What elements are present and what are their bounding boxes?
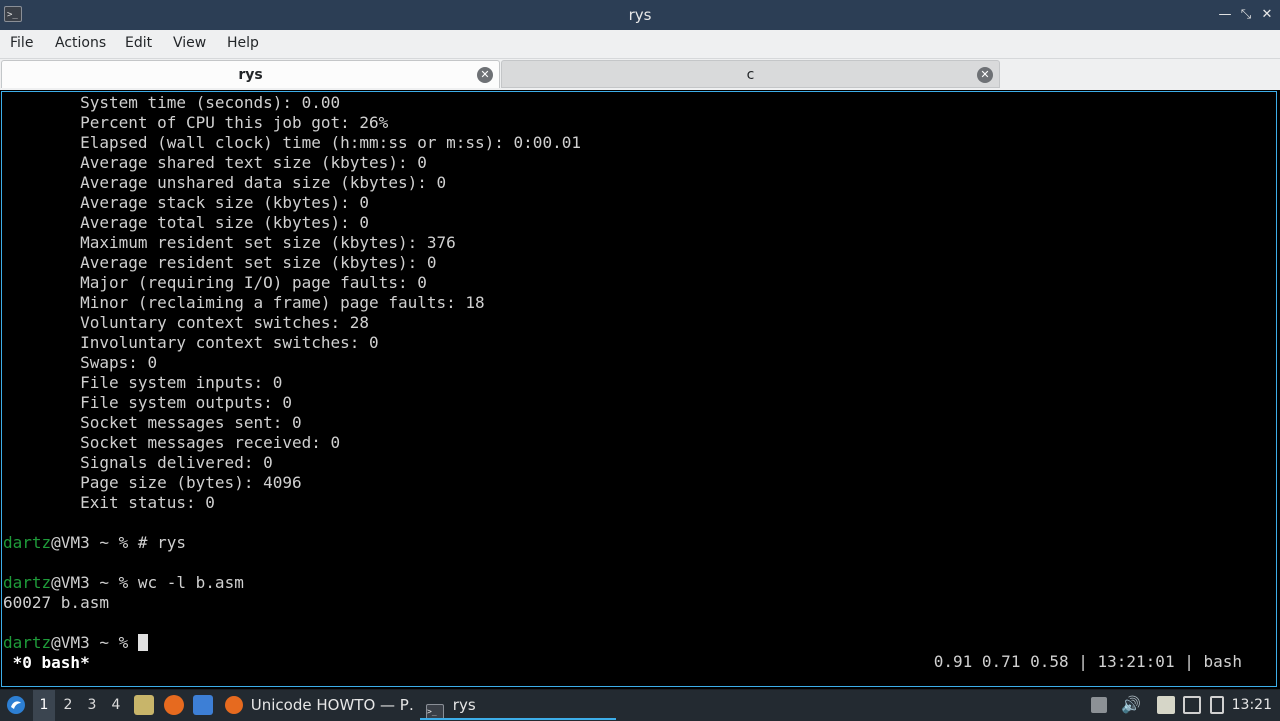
tab-close-icon[interactable]: ✕ bbox=[477, 67, 493, 83]
output-line: Signals delivered: 0 bbox=[3, 453, 273, 472]
tray-up-arrow-icon[interactable] bbox=[1091, 697, 1107, 713]
prompt-line: dartz@VM3 ~ % wc -l b.asm bbox=[3, 573, 244, 593]
show-desktop-icon[interactable] bbox=[193, 695, 213, 715]
task-firefox[interactable]: Unicode HOWTO — P… bbox=[222, 690, 414, 720]
prompt-line: dartz@VM3 ~ % # rys bbox=[3, 533, 186, 553]
prompt-command: @VM3 ~ % wc -l b.asm bbox=[51, 573, 244, 592]
firefox-icon bbox=[225, 696, 243, 714]
output-line: Socket messages received: 0 bbox=[3, 433, 341, 452]
text-cursor bbox=[137, 634, 148, 651]
output-line: Involuntary context switches: 0 bbox=[3, 333, 379, 352]
output-line: Exit status: 0 bbox=[3, 493, 215, 512]
clipboard-icon[interactable] bbox=[1157, 696, 1175, 714]
tmux-status-right: 0.91 0.71 0.58 | 13:21:01 | bash bbox=[933, 652, 1242, 671]
menu-help[interactable]: Help bbox=[227, 30, 259, 58]
volume-icon[interactable]: 🔊 bbox=[1121, 696, 1141, 714]
output-line: Major (requiring I/O) page faults: 0 bbox=[3, 273, 427, 292]
prompt-user: dartz bbox=[3, 533, 52, 552]
terminal-view[interactable]: System time (seconds): 0.00 Percent of C… bbox=[1, 91, 1277, 687]
output-line: Average shared text size (kbytes): 0 bbox=[3, 153, 427, 172]
battery-icon[interactable] bbox=[1210, 696, 1224, 714]
output-line: System time (seconds): 0.00 bbox=[3, 93, 341, 112]
output-line: Percent of CPU this job got: 26% bbox=[3, 113, 389, 132]
tmux-status-left: *0 bash* bbox=[3, 653, 90, 672]
clock[interactable]: 13:21 bbox=[1232, 690, 1272, 721]
maximize-icon[interactable]: ⤡ bbox=[1237, 6, 1255, 24]
menu-view[interactable]: View bbox=[173, 30, 206, 58]
window-title: rys bbox=[628, 6, 652, 24]
desktop-4[interactable]: 4 bbox=[105, 690, 127, 721]
task-label: rys bbox=[452, 696, 476, 714]
task-label: Unicode HOWTO — P… bbox=[250, 696, 414, 714]
output-line: File system outputs: 0 bbox=[3, 393, 292, 412]
menu-actions[interactable]: Actions bbox=[55, 30, 106, 58]
start-menu-icon[interactable] bbox=[4, 690, 28, 721]
prompt-command: @VM3 ~ % bbox=[51, 633, 138, 652]
prompt-line[interactable]: dartz@VM3 ~ % bbox=[3, 633, 148, 653]
output-line: Minor (reclaiming a frame) page faults: … bbox=[3, 293, 485, 312]
screen-icon[interactable] bbox=[1183, 696, 1201, 714]
output-line: Average stack size (kbytes): 0 bbox=[3, 193, 370, 212]
output-line: Average total size (kbytes): 0 bbox=[3, 213, 370, 232]
minimize-icon[interactable]: — bbox=[1216, 6, 1234, 24]
output-line: Socket messages sent: 0 bbox=[3, 413, 302, 432]
tab-label: rys bbox=[238, 67, 263, 83]
output-line: Swaps: 0 bbox=[3, 353, 158, 372]
tab-close-icon[interactable]: ✕ bbox=[977, 67, 993, 83]
desktop-3[interactable]: 3 bbox=[81, 690, 103, 721]
output-line: Voluntary context switches: 28 bbox=[3, 313, 370, 332]
tab-bar: rys ✕ c ✕ bbox=[0, 59, 1280, 90]
prompt-command: @VM3 ~ % # rys bbox=[51, 533, 187, 552]
tab-label: c bbox=[746, 67, 755, 83]
file-manager-icon[interactable] bbox=[134, 695, 154, 715]
output-line: Maximum resident set size (kbytes): 376 bbox=[3, 233, 456, 252]
menu-bar: File Actions Edit View Help bbox=[0, 30, 1280, 59]
menu-edit[interactable]: Edit bbox=[125, 30, 152, 58]
prompt-user: dartz bbox=[3, 573, 52, 592]
output-line: Elapsed (wall clock) time (h:mm:ss or m:… bbox=[3, 133, 581, 152]
firefox-icon[interactable] bbox=[164, 695, 184, 715]
output-line: 60027 b.asm bbox=[3, 593, 109, 612]
output-line: Average unshared data size (kbytes): 0 bbox=[3, 173, 447, 192]
taskbar: 1 2 3 4 Unicode HOWTO — P… >_ rys 🔊 13:2… bbox=[0, 689, 1280, 721]
desktop-2[interactable]: 2 bbox=[57, 690, 79, 721]
desktop-1[interactable]: 1 bbox=[33, 690, 55, 721]
window-titlebar: >_ rys — ⤡ ✕ bbox=[0, 0, 1280, 30]
tab-rys[interactable]: rys ✕ bbox=[1, 60, 500, 88]
tab-c[interactable]: c ✕ bbox=[501, 60, 1000, 88]
output-line: Page size (bytes): 4096 bbox=[3, 473, 302, 492]
close-icon[interactable]: ✕ bbox=[1258, 6, 1276, 24]
task-terminal[interactable]: >_ rys bbox=[420, 690, 616, 720]
prompt-user: dartz bbox=[3, 633, 52, 652]
output-line: File system inputs: 0 bbox=[3, 373, 283, 392]
menu-file[interactable]: File bbox=[10, 30, 33, 58]
terminal-icon: >_ bbox=[426, 704, 444, 718]
output-line: Average resident set size (kbytes): 0 bbox=[3, 253, 437, 272]
